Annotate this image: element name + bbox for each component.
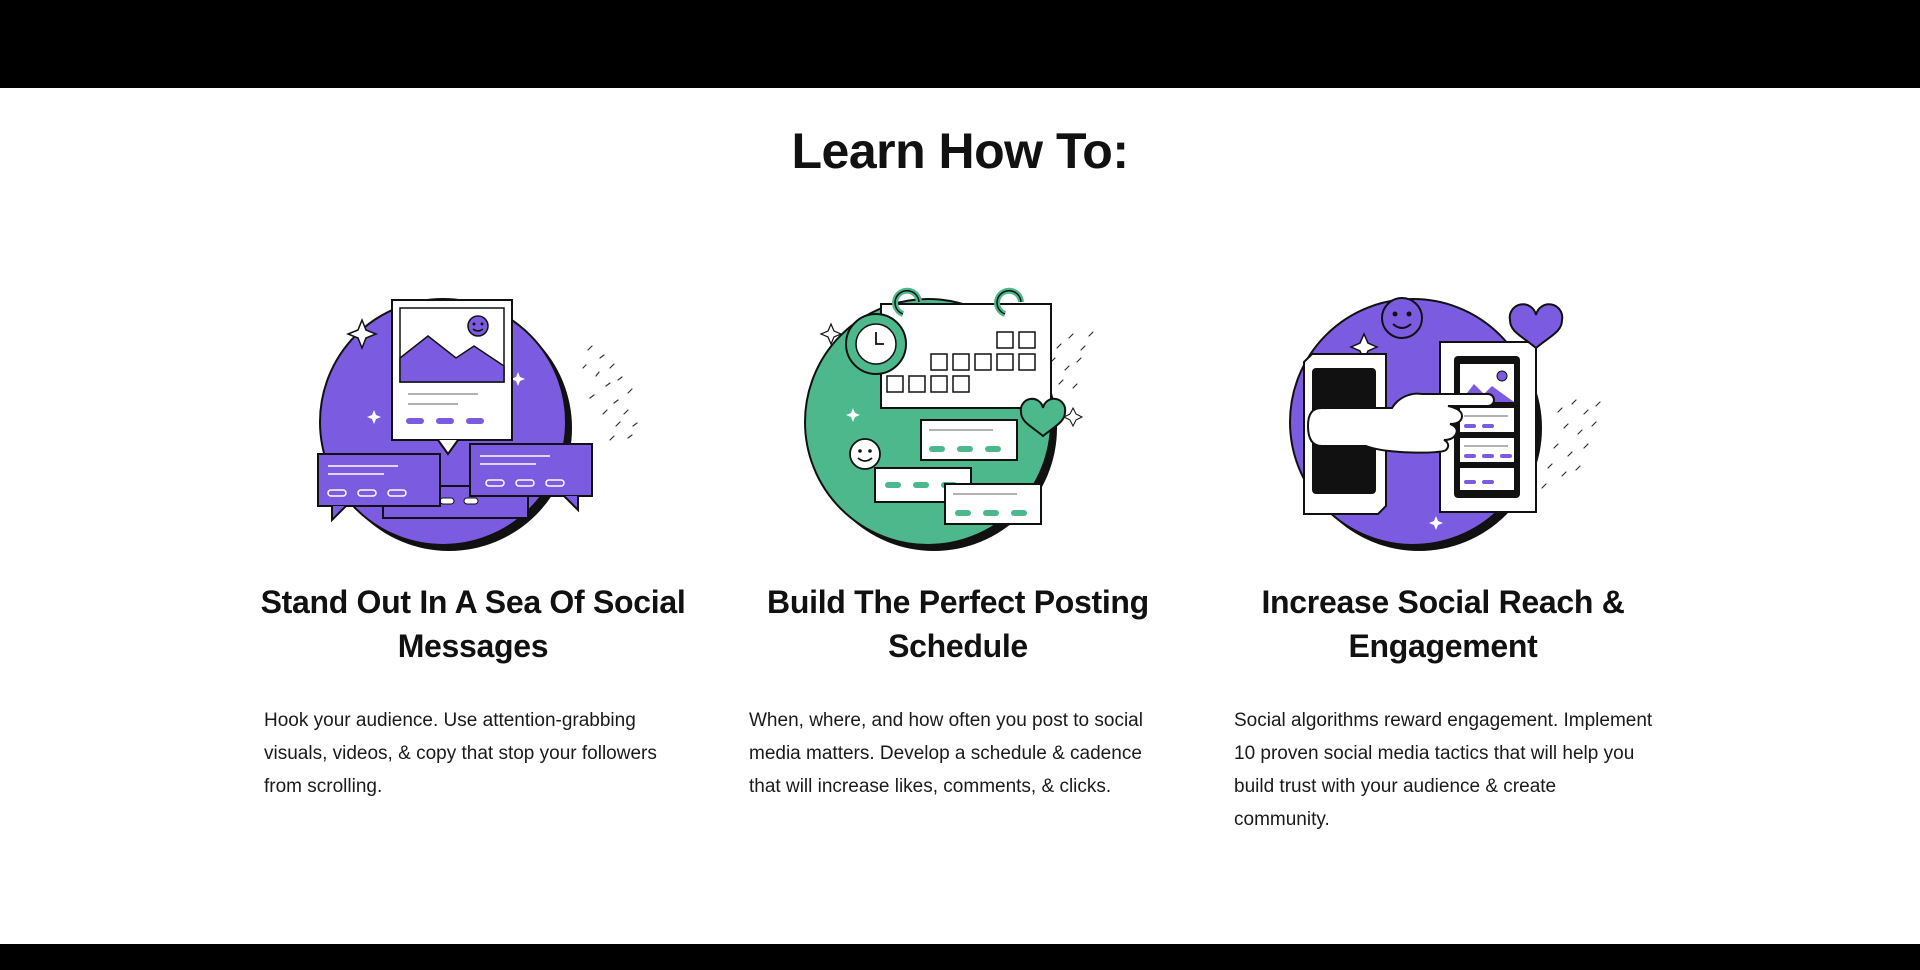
social-reach-illustration [1258, 258, 1628, 558]
feature-description: Social algorithms reward engagement. Imp… [1234, 710, 1653, 830]
learn-section: Learn How To: Stand Out In A Sea Of Soci… [0, 88, 1920, 944]
feature-description: When, where, and how often you post to s… [749, 710, 1143, 797]
section-heading: Learn How To: [791, 123, 1129, 179]
feature-description: Hook your audience. Use attention-grabbi… [264, 710, 657, 797]
feature-title: Increase Social Reach & Engagement [1261, 584, 1625, 664]
social-messages-illustration [288, 258, 658, 558]
posting-schedule-illustration [773, 258, 1143, 558]
bottom-letterbox-bar [0, 944, 1920, 970]
top-letterbox-bar [0, 0, 1920, 88]
feature-title: Build The Perfect Posting Schedule [767, 584, 1149, 664]
feature-title: Stand Out In A Sea Of Social Messages [260, 584, 686, 664]
